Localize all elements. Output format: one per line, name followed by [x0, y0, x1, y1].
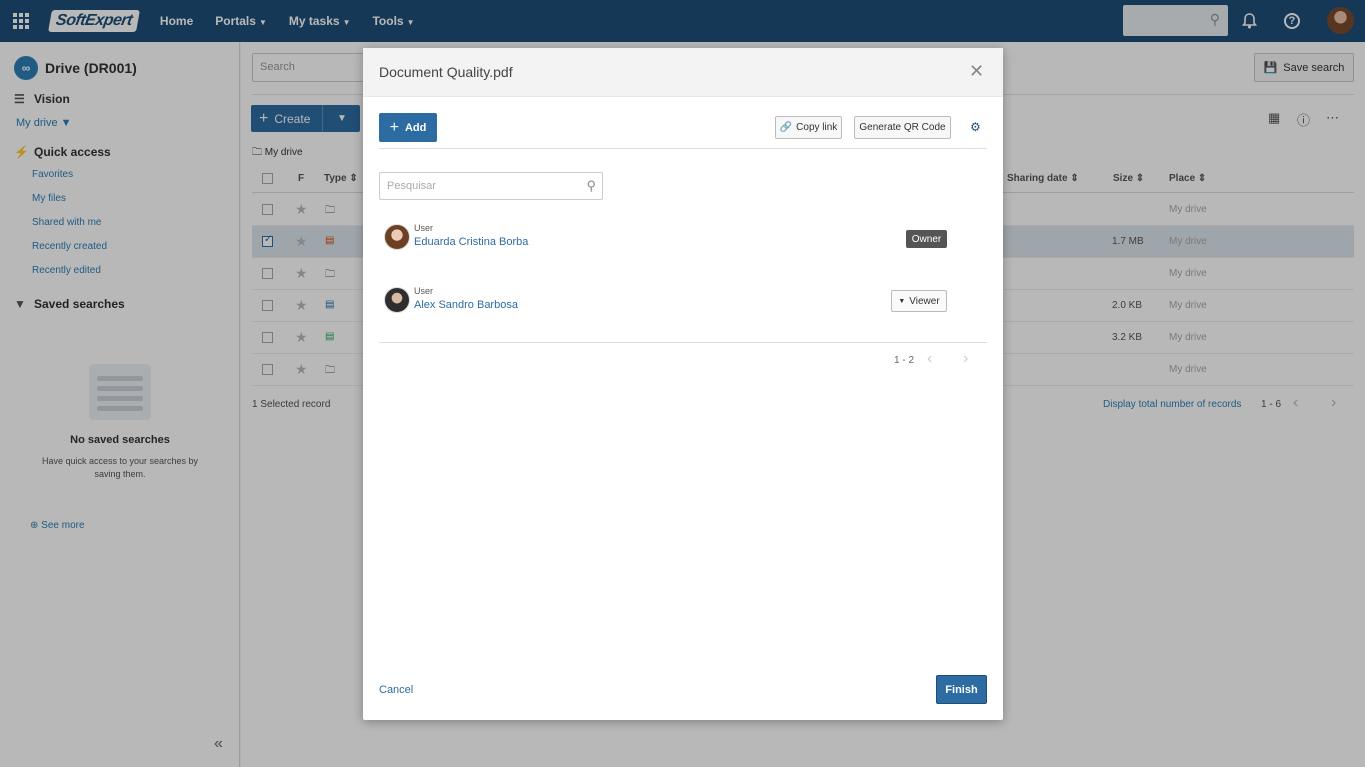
finish-button[interactable]: Finish: [936, 675, 987, 704]
close-icon[interactable]: ✕: [969, 61, 984, 82]
user-name[interactable]: Alex Sandro Barbosa: [414, 299, 518, 311]
prev-page-icon[interactable]: ‹: [927, 350, 932, 368]
cancel-button[interactable]: Cancel: [379, 684, 413, 696]
dialog-header: Document Quality.pdf ✕: [363, 48, 1003, 97]
user-row: User Alex Sandro Barbosa: [384, 281, 964, 321]
user-kind: User: [414, 223, 434, 233]
divider: [379, 148, 987, 149]
search-icon: ⚲: [586, 178, 596, 193]
pagination-label: 1 - 2: [894, 355, 915, 366]
link-icon: 🔗: [779, 122, 793, 133]
gear-icon[interactable]: ⚙: [970, 120, 981, 134]
share-dialog: Document Quality.pdf ✕ + Add 🔗 Copy link G…: [363, 48, 1003, 720]
next-page-icon[interactable]: ›: [963, 350, 968, 368]
divider: [379, 342, 987, 343]
copy-link-button[interactable]: 🔗 Copy link: [775, 116, 842, 139]
plus-icon: +: [389, 118, 399, 136]
avatar: [384, 224, 410, 250]
user-kind: User: [414, 286, 434, 296]
permission-dropdown[interactable]: ▼ Viewer: [891, 290, 947, 312]
user-search-input[interactable]: Pesquisar ⚲: [379, 172, 603, 200]
dialog-title: Document Quality.pdf: [379, 64, 513, 80]
user-name[interactable]: Eduarda Cristina Borba: [414, 236, 528, 248]
user-row: User Eduarda Cristina Borba: [384, 218, 964, 258]
generate-qr-code-button[interactable]: Generate QR Code: [854, 116, 951, 139]
owner-badge: Owner: [906, 230, 947, 248]
avatar: [384, 287, 410, 313]
add-button[interactable]: + Add: [379, 113, 437, 142]
caret-down-icon: ▼: [898, 297, 906, 305]
